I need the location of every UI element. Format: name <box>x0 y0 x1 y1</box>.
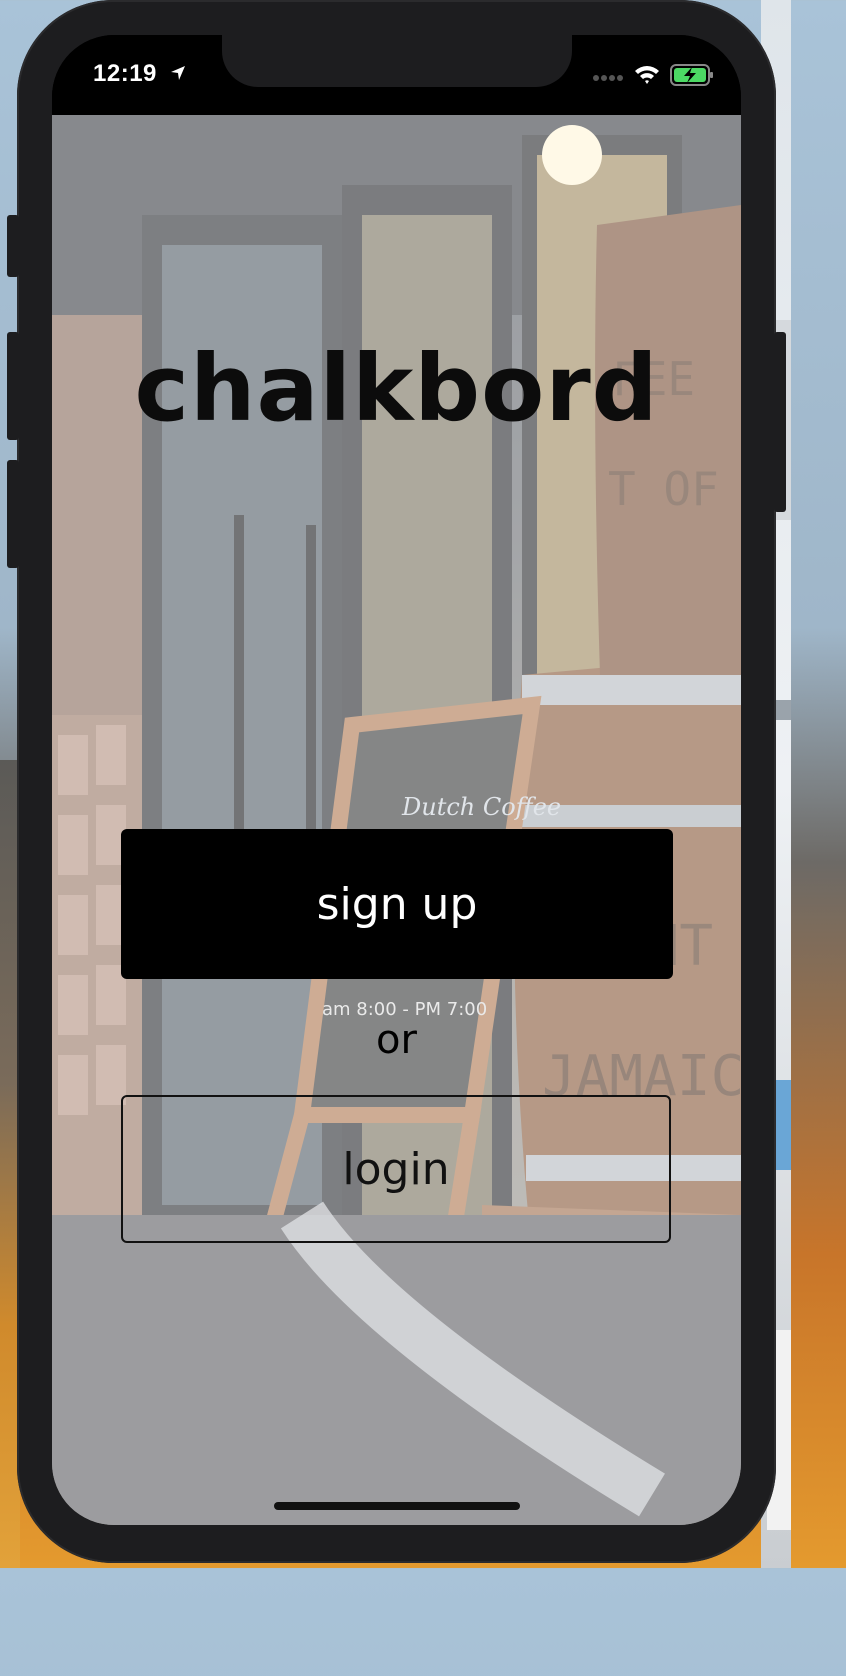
signup-button[interactable]: sign up <box>121 829 673 979</box>
photo-light-overlay <box>52 115 741 1525</box>
or-separator: or <box>376 1017 417 1063</box>
power-button <box>774 332 786 512</box>
status-bar: 12:19 <box>52 35 741 115</box>
volume-up-button <box>7 332 19 440</box>
login-button[interactable]: login <box>121 1095 671 1243</box>
cellular-signal-icon <box>593 75 623 81</box>
phone-frame: 12:19 JAMAIC FEE T OF Dutch Coffee am 8:… <box>7 0 786 1563</box>
silent-switch <box>7 215 19 277</box>
home-indicator[interactable] <box>274 1502 520 1510</box>
status-time: 12:19 <box>93 60 157 87</box>
volume-down-button <box>7 460 19 568</box>
wifi-icon <box>635 66 659 84</box>
background-photo: JAMAICA UNT FEE T OF Dutch Coffee am 8:0… <box>52 115 741 1525</box>
battery-charging-icon <box>670 64 713 86</box>
notch <box>222 35 572 87</box>
app-logo: chalkbord <box>134 335 659 442</box>
location-arrow-icon <box>171 66 185 80</box>
phone-screen: 12:19 JAMAIC FEE T OF Dutch Coffee am 8:… <box>52 35 741 1525</box>
